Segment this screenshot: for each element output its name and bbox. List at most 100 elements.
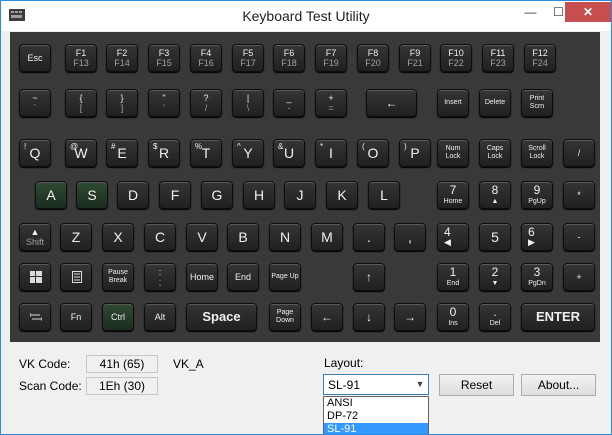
key-7-a-row-9[interactable]: 7 Home bbox=[437, 181, 469, 209]
key-c-z-row-3[interactable]: C bbox=[144, 223, 176, 251]
key-print-scrn-num-row-11[interactable]: Print Scrn bbox=[521, 89, 553, 117]
key-2-win-row-9[interactable]: 2 ▼ bbox=[479, 263, 511, 291]
minimize-button[interactable]: — bbox=[517, 2, 544, 23]
key-f2-f-row-2[interactable]: F2 F14 bbox=[106, 44, 138, 72]
key-0-bottom-row-9[interactable]: 0 Ins bbox=[437, 303, 469, 331]
key-f8-f-row-8[interactable]: F8 F20 bbox=[357, 44, 389, 72]
key-page-down-bottom-row-5[interactable]: Page Down bbox=[269, 303, 301, 331]
layout-dropdown[interactable]: SL-91 ▼ bbox=[323, 374, 429, 395]
key-scroll-lock-q-row-12[interactable]: Scroll Lock bbox=[521, 139, 553, 167]
key-m-z-row-7[interactable]: M bbox=[311, 223, 343, 251]
key-sym-num-row-3[interactable]: " ' bbox=[148, 89, 180, 117]
key-delete-num-row-10[interactable]: Delete bbox=[479, 89, 511, 117]
key-sym-num-row-5[interactable]: | \ bbox=[232, 89, 264, 117]
key-f3-f-row-3[interactable]: F3 F15 bbox=[148, 44, 180, 72]
key-l-a-row-8[interactable]: L bbox=[368, 181, 400, 209]
key-3-win-row-10[interactable]: 3 PgDn bbox=[521, 263, 553, 291]
key-b-z-row-5[interactable]: B bbox=[227, 223, 259, 251]
key-sym-bottom-row-10[interactable]: . Del bbox=[479, 303, 511, 331]
layout-option-sl91[interactable]: SL-91 bbox=[324, 423, 428, 434]
key-sym-a-row-12[interactable]: * bbox=[563, 181, 595, 209]
key-f5-f-row-5[interactable]: F5 F17 bbox=[232, 44, 264, 72]
key-sym-bottom-row-8[interactable]: → bbox=[394, 303, 426, 331]
key-page-up-win-row-6[interactable]: Page Up bbox=[269, 263, 301, 291]
key-z-z-row-1[interactable]: Z bbox=[60, 223, 92, 251]
key-tab-bottom-row-0[interactable] bbox=[19, 303, 51, 331]
key-caps-lock-q-row-11[interactable]: Caps Lock bbox=[479, 139, 511, 167]
key-sym-z-row-8[interactable]: . bbox=[353, 223, 385, 251]
key-f1-f-row-1[interactable]: F1 F13 bbox=[65, 44, 97, 72]
key-sym-q-row-13[interactable]: / bbox=[563, 139, 595, 167]
key-esc-f-row-0[interactable]: Esc bbox=[19, 44, 51, 72]
key-q-q-row-0[interactable]: ! Q bbox=[19, 139, 51, 167]
key-sym-win-row-7[interactable]: ↑ bbox=[353, 263, 385, 291]
reset-button[interactable]: Reset bbox=[439, 374, 514, 396]
key-6-z-row-12[interactable]: 6 ▶ bbox=[521, 223, 553, 251]
key-j-a-row-6[interactable]: J bbox=[284, 181, 316, 209]
key-9-a-row-11[interactable]: 9 PgUp bbox=[521, 181, 553, 209]
key-num-lock-q-row-10[interactable]: Num Lock bbox=[437, 139, 469, 167]
key-fn-bottom-row-1[interactable]: Fn bbox=[60, 303, 92, 331]
layout-options-list[interactable]: ANSI DP-72 SL-91 bbox=[323, 396, 429, 434]
key-sym-num-row-7[interactable]: + = bbox=[315, 89, 347, 117]
key-f7-f-row-7[interactable]: F7 F19 bbox=[315, 44, 347, 72]
key-sym-num-row-4[interactable]: ? / bbox=[190, 89, 222, 117]
key-u-q-row-6[interactable]: & U bbox=[273, 139, 305, 167]
key-g-a-row-4[interactable]: G bbox=[201, 181, 233, 209]
key-p-q-row-9[interactable]: ) P bbox=[399, 139, 431, 167]
key-home-win-row-4[interactable]: Home bbox=[186, 263, 218, 291]
key-i-q-row-7[interactable]: * I bbox=[315, 139, 347, 167]
key-pause-break-win-row-2[interactable]: Pause Break bbox=[102, 263, 134, 291]
key-v-z-row-4[interactable]: V bbox=[186, 223, 218, 251]
key-n-z-row-6[interactable]: N bbox=[269, 223, 301, 251]
key-w-q-row-1[interactable]: @ W bbox=[65, 139, 97, 167]
key-enter-bottom-row-11[interactable]: ENTER bbox=[521, 303, 595, 331]
key-sym-num-row-2[interactable]: }] bbox=[106, 89, 138, 117]
key-insert-num-row-9[interactable]: Insert bbox=[437, 89, 469, 117]
key-sym-bottom-row-6[interactable]: ← bbox=[311, 303, 343, 331]
key-sym-win-row-11[interactable]: + bbox=[563, 263, 595, 291]
key-win-win-row-0[interactable] bbox=[19, 263, 51, 291]
key-h-a-row-5[interactable]: H bbox=[243, 181, 275, 209]
key-8-a-row-10[interactable]: 8 ▲ bbox=[479, 181, 511, 209]
key-alt-bottom-row-3[interactable]: Alt bbox=[144, 303, 176, 331]
about-button[interactable]: About... bbox=[521, 374, 596, 396]
layout-option-ansi[interactable]: ANSI bbox=[324, 397, 428, 410]
key-sym-win-row-3[interactable]: :; bbox=[144, 263, 176, 291]
key-f4-f-row-4[interactable]: F4 F16 bbox=[190, 44, 222, 72]
key-y-q-row-5[interactable]: ^ Y bbox=[232, 139, 264, 167]
key-sym-num-row-6[interactable]: _ - bbox=[273, 89, 305, 117]
key-o-q-row-8[interactable]: (O bbox=[357, 139, 389, 167]
key-sym-num-row-1[interactable]: {[ bbox=[65, 89, 97, 117]
key-a-a-row-0[interactable]: A bbox=[35, 181, 67, 209]
chevron-down-icon[interactable]: ▼ bbox=[412, 375, 428, 394]
key-f10-f-row-10[interactable]: F10 F22 bbox=[440, 44, 472, 72]
key-5-z-row-11[interactable]: 5 bbox=[479, 223, 511, 251]
key-f9-f-row-9[interactable]: F9 F21 bbox=[399, 44, 431, 72]
key-d-a-row-2[interactable]: D bbox=[117, 181, 149, 209]
layout-option-dp72[interactable]: DP-72 bbox=[324, 410, 428, 423]
key-sym-num-row-0[interactable]: ~ ` bbox=[19, 89, 51, 117]
key-4-z-row-10[interactable]: 4 ◀ bbox=[437, 223, 469, 251]
key-e-q-row-2[interactable]: # E bbox=[106, 139, 138, 167]
key-f-a-row-3[interactable]: F bbox=[159, 181, 191, 209]
key-k-a-row-7[interactable]: K bbox=[326, 181, 358, 209]
key-ctrl-bottom-row-2[interactable]: Ctrl bbox=[102, 303, 134, 331]
key-r-q-row-3[interactable]: $ R bbox=[148, 139, 180, 167]
key-end-win-row-5[interactable]: End bbox=[227, 263, 259, 291]
key-x-z-row-2[interactable]: X bbox=[102, 223, 134, 251]
close-button[interactable]: ✕ bbox=[565, 2, 611, 22]
key-sym-bottom-row-7[interactable]: ↓ bbox=[353, 303, 385, 331]
key-1-win-row-8[interactable]: 1 End bbox=[437, 263, 469, 291]
key-sym-z-row-13[interactable]: - bbox=[563, 223, 595, 251]
key-sym-z-row-9[interactable]: , bbox=[394, 223, 426, 251]
key-f6-f-row-6[interactable]: F6 F18 bbox=[273, 44, 305, 72]
key-space-bottom-row-4[interactable]: Space bbox=[186, 303, 257, 331]
key-s-a-row-1[interactable]: S bbox=[76, 181, 108, 209]
key-f12-f-row-12[interactable]: F12 F24 bbox=[524, 44, 556, 72]
key-sym-z-row-0[interactable]: ▲ Shift bbox=[19, 223, 51, 251]
key-t-q-row-4[interactable]: % T bbox=[190, 139, 222, 167]
key-sym-num-row-8[interactable]: ← bbox=[366, 89, 417, 117]
key-f11-f-row-11[interactable]: F11 F23 bbox=[482, 44, 514, 72]
key-menu-win-row-1[interactable] bbox=[60, 263, 92, 291]
